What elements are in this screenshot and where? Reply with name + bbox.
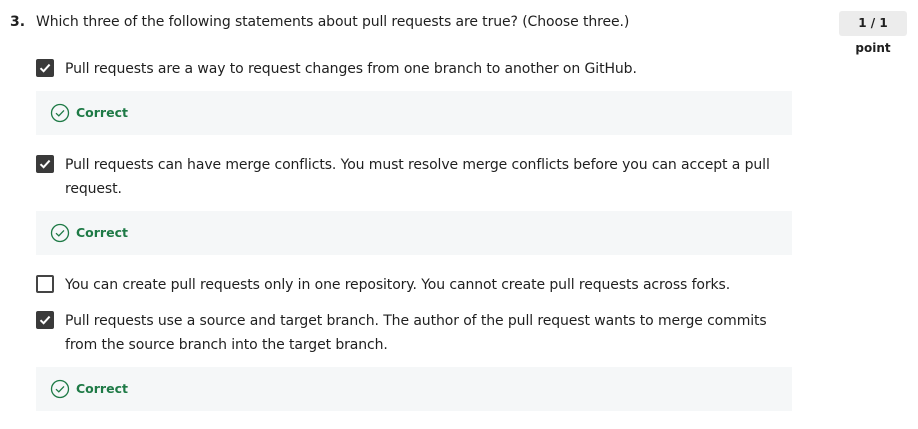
option-text: Pull requests can have merge conflicts. …: [65, 157, 770, 197]
checkbox-checked[interactable]: [36, 59, 54, 77]
question-number: 3.: [10, 14, 26, 30]
option-text: Pull requests use a source and target br…: [65, 313, 767, 353]
option-text: Pull requests are a way to request chang…: [65, 61, 637, 77]
feedback-label: Correct: [76, 381, 128, 396]
check-circle-icon: [50, 103, 70, 123]
points-badge: 1 / 1 point: [839, 11, 907, 55]
feedback-correct: Correct: [36, 211, 792, 255]
feedback-label: Correct: [76, 105, 128, 120]
feedback-correct: Correct: [36, 367, 792, 411]
checkmark-icon: [39, 63, 51, 73]
checkbox-unchecked[interactable]: [36, 275, 54, 293]
check-circle-icon: [50, 223, 70, 243]
feedback-label: Correct: [76, 225, 128, 240]
option-text: You can create pull requests only in one…: [65, 277, 731, 293]
checkbox-checked[interactable]: [36, 311, 54, 329]
checkmark-icon: [39, 159, 51, 169]
quiz-question: 3. Which three of the following statemen…: [0, 0, 918, 429]
checkbox-checked[interactable]: [36, 155, 54, 173]
question-text: Which three of the following statements …: [36, 14, 630, 30]
check-circle-icon: [50, 379, 70, 399]
feedback-correct: Correct: [36, 91, 792, 135]
checkmark-icon: [39, 315, 51, 325]
